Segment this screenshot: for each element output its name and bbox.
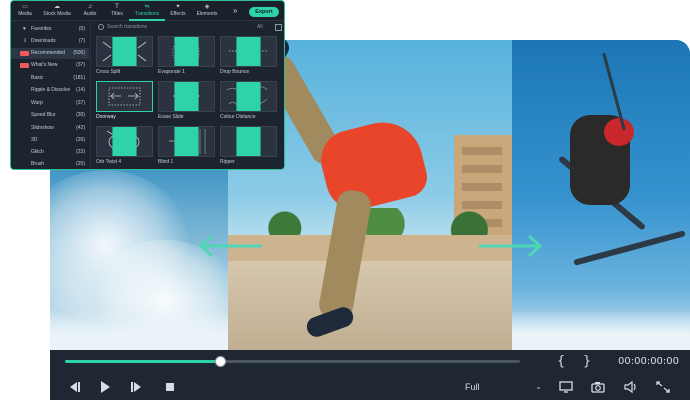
mark-out-button[interactable]: } [580, 354, 594, 370]
chevron-down-icon: ⌄ [535, 382, 542, 391]
scrubber-progress [65, 360, 220, 363]
elements-icon: ◈ [204, 4, 210, 10]
transition-label: Colour Distance [220, 114, 256, 120]
transition-erase-slide[interactable] [158, 81, 215, 112]
download-icon[interactable] [97, 37, 152, 66]
fullscreen-icon[interactable] [655, 380, 671, 394]
sidebar-item-favorites[interactable]: ♥ Favorites (0) [11, 24, 89, 35]
new-badge [20, 63, 29, 68]
clip-right-skier [512, 40, 690, 350]
sidebar-item-slideshow[interactable]: Slideshow (42) [11, 123, 89, 134]
transition-blind-1[interactable] [158, 126, 215, 157]
transition-right-arrow-icon [479, 234, 543, 258]
heart-icon: ♥ [23, 26, 26, 32]
grid-view-icon[interactable] [275, 24, 282, 31]
search-input[interactable]: Search transitions [107, 24, 147, 30]
category-sidebar: ♥ Favorites (0) ⇩ Downloads (7) Recommended(… [11, 21, 91, 169]
sidebar-item-3d[interactable]: 3D (26) [11, 135, 89, 146]
music-icon: ♫ [87, 4, 93, 10]
tab-audio[interactable]: ♫ Audio [79, 4, 101, 17]
tab-transitions[interactable]: ⇋ Transitions [129, 4, 165, 17]
search-icon [98, 24, 104, 30]
sidebar-item-glitch[interactable]: Glitch (23) [11, 147, 89, 158]
transition-colour-distance[interactable] [220, 81, 277, 112]
hot-badge [20, 51, 29, 56]
transition-drop-bounce[interactable] [220, 36, 277, 67]
scrubber-handle[interactable] [214, 356, 226, 367]
more-tabs-button[interactable]: » [233, 6, 237, 15]
sidebar-item-brush[interactable]: Brush (25) [11, 159, 89, 169]
preview-quality-select[interactable]: Full ⌄ [460, 379, 546, 395]
download-icon[interactable] [221, 37, 276, 66]
download-icon: ⇩ [23, 38, 28, 44]
transition-label: Drop Bounce [220, 69, 250, 75]
transition-label: Cross Split [96, 69, 121, 75]
transition-label: Blind 1 [158, 159, 174, 165]
tab-stock-media[interactable]: ☁ Stock Media [41, 4, 73, 17]
download-icon[interactable] [221, 127, 276, 156]
folder-icon: ▭ [22, 4, 28, 10]
sidebar-item-downloads[interactable]: ⇩ Downloads (7) [11, 36, 89, 47]
display-icon[interactable] [558, 380, 574, 394]
app-window: { } 00:00:00:00 Full ⌄ ▭ Media ☁ Stock M… [0, 0, 690, 400]
search-bar[interactable]: Search transitions All [97, 23, 283, 33]
export-button[interactable]: Export [249, 7, 279, 17]
filter-select[interactable]: All [257, 24, 263, 30]
transition-label: Evaporate 1 [158, 69, 185, 75]
download-icon[interactable] [159, 127, 214, 156]
sidebar-item-basic[interactable]: Basic (181) [11, 73, 89, 84]
transition-evaporate-1[interactable] [158, 36, 215, 67]
download-icon[interactable] [221, 82, 276, 111]
sparkle-icon: ✦ [175, 4, 181, 10]
cloud-icon: ☁ [54, 4, 60, 10]
volume-icon[interactable] [623, 380, 639, 394]
play-icon[interactable] [97, 380, 113, 394]
text-icon: T [115, 4, 119, 10]
sidebar-item-whats-new[interactable]: What's New (37) [11, 60, 89, 71]
sidebar-item-ripple-dissolve[interactable]: Ripple & Dissolve (14) [11, 85, 89, 96]
transition-orb-twist-4[interactable] [96, 126, 153, 157]
stop-icon[interactable] [162, 380, 178, 394]
tab-titles[interactable]: T Titles [107, 4, 127, 17]
transitions-panel: ▭ Media ☁ Stock Media ♫ Audio T Titles ⇋ Tran… [10, 0, 285, 170]
player-controls: { } 00:00:00:00 Full ⌄ [50, 350, 690, 400]
transition-doorway[interactable] [96, 81, 153, 112]
download-icon[interactable] [159, 82, 214, 111]
download-icon[interactable] [97, 127, 152, 156]
sidebar-item-recommended[interactable]: Recommended (500) [11, 48, 89, 59]
transition-cross-split[interactable] [96, 36, 153, 67]
transition-label: Doorway [96, 114, 116, 120]
transition-ripper[interactable] [220, 126, 277, 157]
transition-label: Ripper [220, 159, 235, 165]
snapshot-camera-icon[interactable] [590, 380, 606, 394]
top-tab-bar: ▭ Media ☁ Stock Media ♫ Audio T Titles ⇋ Tran… [11, 1, 284, 21]
playback-scrubber[interactable] [65, 356, 520, 367]
mark-in-button[interactable]: { [554, 354, 568, 370]
transition-label: Erase Slide [158, 114, 184, 120]
next-frame-icon[interactable] [129, 380, 145, 394]
sidebar-item-speed-blur[interactable]: Speed Blur (30) [11, 110, 89, 121]
download-icon[interactable] [159, 37, 214, 66]
tab-effects[interactable]: ✦ Effects [167, 4, 189, 17]
quality-value: Full [465, 382, 480, 392]
previous-frame-icon[interactable] [66, 380, 82, 394]
tab-elements[interactable]: ◈ Elements [193, 4, 221, 17]
transition-left-arrow-icon [198, 234, 262, 258]
transition-label: Orb Twist 4 [96, 159, 122, 165]
sidebar-item-warp[interactable]: Warp (37) [11, 98, 89, 109]
tab-media[interactable]: ▭ Media [14, 4, 36, 17]
transitions-icon: ⇋ [144, 4, 150, 10]
timecode-display: 00:00:00:00 [618, 356, 680, 367]
